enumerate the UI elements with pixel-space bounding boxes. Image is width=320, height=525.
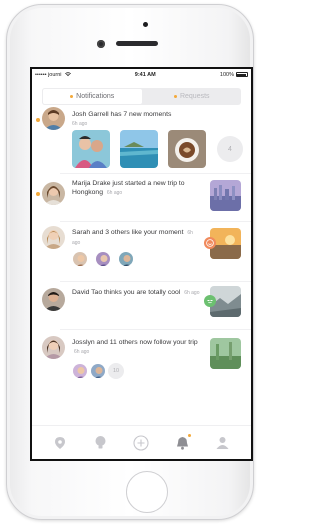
bottom-nav (32, 425, 251, 459)
app-screen: •••••• journi 9:41 AM 100% Notifications… (30, 67, 253, 461)
lightbulb-icon[interactable] (92, 434, 110, 452)
front-camera (97, 40, 105, 48)
tab-dot-icon (70, 95, 74, 98)
notification-text: David Tao thinks you are totally cool (72, 289, 181, 296)
liker-avatar[interactable] (72, 251, 88, 267)
timestamp: 6h ago (106, 190, 123, 196)
avatar (42, 226, 65, 249)
notification-text-wrap: Josh Garrell has 7 new moments 6h ago (72, 110, 242, 129)
avatar (42, 107, 65, 130)
timestamp: 6h ago (72, 121, 88, 127)
notification-badge (188, 433, 192, 437)
more-followers-count[interactable]: 10 (108, 363, 124, 379)
more-moments-count[interactable]: 4 (217, 136, 243, 162)
tab-dot-icon (173, 95, 177, 98)
battery-percent: 100% (219, 71, 234, 78)
unread-indicator (36, 118, 40, 122)
battery-icon (235, 72, 248, 77)
carrier-label: •••••• journi (35, 71, 62, 78)
notification-item[interactable]: David Tao thinks you are totally cool 6h… (32, 284, 251, 328)
follower-avatar[interactable] (72, 363, 88, 379)
map-pin-icon[interactable] (51, 434, 69, 452)
status-bar: •••••• journi 9:41 AM 100% (32, 69, 251, 80)
follower-avatar[interactable] (90, 363, 106, 379)
notification-item[interactable]: Josh Garrell has 7 new moments 6h ago 4 (32, 106, 251, 172)
battery-status: 100% (220, 72, 248, 78)
avatar (42, 182, 65, 205)
notification-text: Josh Garrell has 7 new moments (72, 111, 172, 118)
timestamp: 6h ago (74, 349, 90, 355)
earpiece-speaker (116, 41, 158, 46)
tab-label: Notifications (76, 93, 115, 100)
divider (60, 281, 251, 282)
home-button[interactable] (126, 471, 168, 513)
cool-badge-icon (204, 295, 216, 307)
divider (60, 221, 251, 222)
notification-text: Sarah and 3 others like your moment (72, 229, 184, 236)
notification-item[interactable]: Josslyn and 11 others now follow your tr… (32, 332, 251, 388)
moment-thumbnail[interactable] (120, 130, 158, 168)
moment-thumbnail[interactable] (168, 130, 206, 168)
notification-text-wrap: David Tao thinks you are totally cool 6h… (72, 288, 200, 298)
tab-requests[interactable]: Requests (143, 88, 242, 105)
bell-icon[interactable] (173, 433, 192, 452)
notification-text-wrap: Josslyn and 11 others now follow your tr… (72, 338, 200, 357)
divider (60, 329, 251, 330)
moment-thumbnail[interactable] (72, 130, 110, 168)
notification-text: Josslyn and 11 others now follow your tr… (72, 339, 198, 346)
like-badge-icon (204, 237, 216, 249)
notification-text-wrap: Marija Drake just started a new trip to … (72, 179, 200, 198)
profile-icon[interactable] (214, 434, 232, 452)
avatar (42, 288, 65, 311)
proximity-sensor (143, 22, 148, 27)
notification-text: Marija Drake just started a new trip to … (72, 180, 185, 196)
avatar (42, 336, 65, 359)
tab-notifications[interactable]: Notifications (42, 88, 143, 105)
add-icon[interactable] (132, 434, 150, 452)
tab-label: Requests (179, 93, 210, 100)
notification-item[interactable]: Marija Drake just started a new trip to … (32, 176, 251, 220)
liker-avatar[interactable] (118, 251, 134, 267)
clock: 9:41 AM (134, 71, 156, 78)
wifi-icon (64, 72, 71, 77)
trip-thumbnail[interactable] (210, 180, 241, 211)
segmented-tabs: Notifications Requests (42, 88, 241, 105)
timestamp: 6h ago (184, 290, 200, 296)
divider (60, 173, 251, 174)
notification-item[interactable]: Sarah and 3 others like your moment 6h a… (32, 224, 251, 280)
liker-avatar[interactable] (95, 251, 111, 267)
notification-text-wrap: Sarah and 3 others like your moment 6h a… (72, 228, 200, 248)
unread-indicator (36, 192, 40, 196)
trip-thumbnail[interactable] (210, 338, 241, 369)
